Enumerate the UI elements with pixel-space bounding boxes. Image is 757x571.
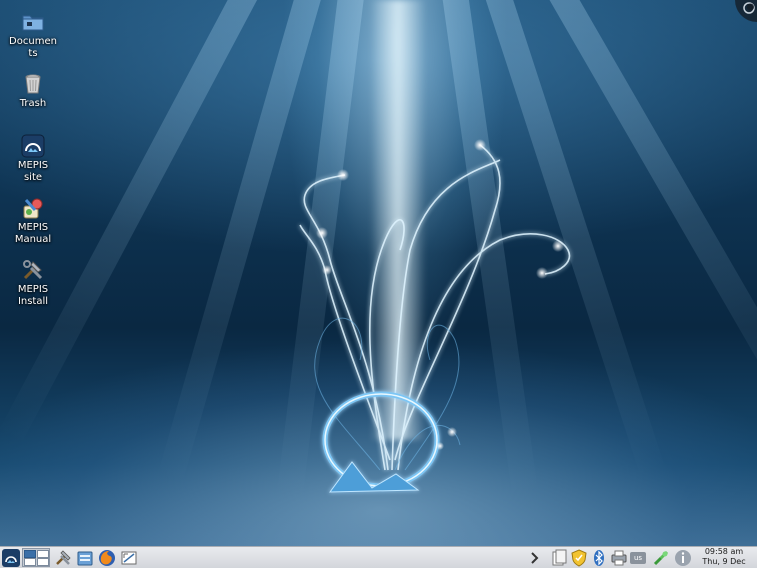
desktop-icon-documents[interactable]: Documen ts — [6, 10, 60, 60]
file-manager-icon — [77, 551, 93, 566]
mepis-site-icon — [21, 134, 45, 158]
mepis-manual-icon — [23, 198, 43, 219]
printer-icon — [611, 550, 627, 566]
clock-time: 09:58 am — [704, 547, 744, 556]
system-tools-launcher[interactable] — [54, 549, 72, 567]
desktop-icon-mepis-install[interactable]: MEPIS Install — [6, 258, 60, 308]
keyboard-layout-label: us — [630, 552, 646, 564]
taskbar-panel: us 09:58 am Thu, 9 Dec — [0, 546, 757, 568]
desktop-icon-label: MEPIS Install — [17, 284, 49, 307]
desktop-pager[interactable] — [22, 548, 50, 567]
pager-desktop-1[interactable] — [24, 550, 36, 558]
desktop-icon-label: MEPIS site — [17, 160, 49, 183]
mepis-install-icon — [23, 260, 43, 280]
firefox-launcher[interactable] — [98, 549, 116, 567]
info-icon — [675, 550, 691, 566]
desktop-icon-trash[interactable]: Trash — [6, 72, 60, 110]
tray-expand-button[interactable] — [528, 549, 540, 567]
network-icon — [653, 550, 669, 566]
clipboard-icon — [552, 549, 567, 566]
tray-update-notifier[interactable] — [570, 549, 588, 567]
tray-notifications[interactable] — [674, 549, 692, 567]
screenshot-icon — [121, 551, 137, 565]
tray-keyboard-layout[interactable]: us — [630, 549, 646, 567]
desktop-icon-label: Trash — [19, 98, 47, 109]
tray-clipboard[interactable] — [550, 549, 568, 567]
digital-clock[interactable]: 09:58 am Thu, 9 Dec — [692, 547, 756, 568]
folder-icon — [22, 15, 44, 31]
toolbox-icon — [743, 2, 755, 14]
desktop-toolbox-button[interactable] — [735, 0, 757, 22]
shield-icon — [571, 549, 587, 567]
firefox-icon — [99, 550, 115, 566]
pager-desktop-3[interactable] — [24, 558, 36, 566]
pager-desktop-4[interactable] — [37, 558, 49, 566]
desktop-icon-label: MEPIS Manual — [14, 222, 52, 245]
desktop-icon-mepis-manual[interactable]: MEPIS Manual — [6, 196, 60, 246]
tools-icon — [56, 550, 71, 565]
desktop-icon-mepis-site[interactable]: MEPIS site — [6, 134, 60, 184]
desktop-icon-label: Documen ts — [9, 36, 57, 59]
bluetooth-icon — [594, 550, 604, 566]
tray-network[interactable] — [652, 549, 670, 567]
desktop-wallpaper: Documen ts Trash MEPIS site MEPIS Manual — [0, 0, 757, 546]
mepis-menu-icon — [2, 549, 20, 567]
clock-date: Thu, 9 Dec — [702, 557, 746, 566]
screenshot-launcher[interactable] — [120, 549, 138, 567]
application-launcher-button[interactable] — [2, 549, 20, 567]
pager-desktop-2[interactable] — [37, 550, 49, 558]
tray-bluetooth[interactable] — [590, 549, 608, 567]
wallpaper-plant-art — [299, 139, 571, 493]
file-manager-launcher[interactable] — [76, 549, 94, 567]
trash-icon — [25, 74, 41, 94]
expand-arrow-icon — [531, 552, 539, 564]
tray-printer[interactable] — [610, 549, 628, 567]
